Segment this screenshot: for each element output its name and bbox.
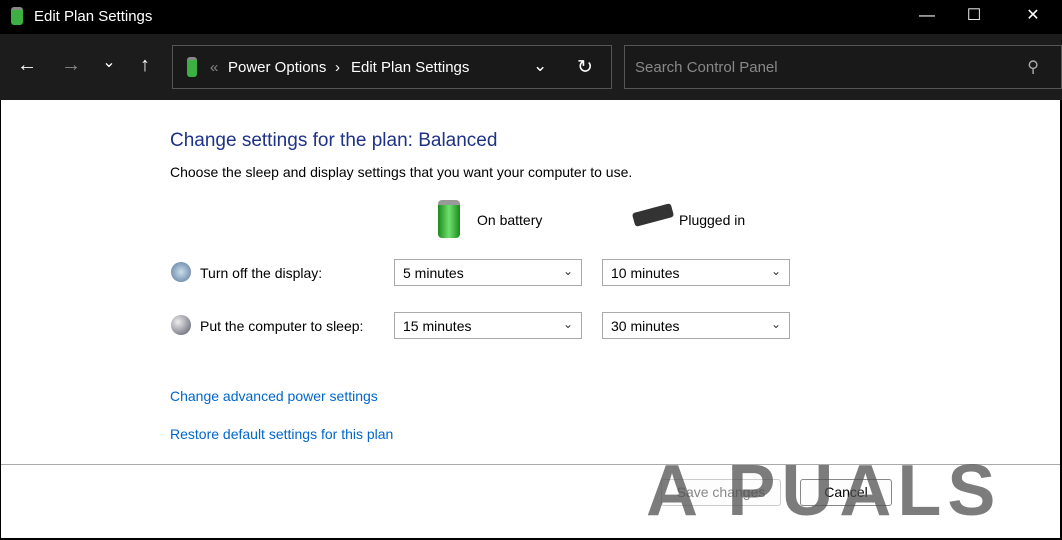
back-button[interactable]: ←: [14, 54, 40, 77]
refresh-button[interactable]: ↻: [577, 56, 593, 79]
on-battery-header: On battery: [477, 212, 543, 228]
breadcrumb-overflow[interactable]: «: [210, 59, 218, 76]
close-button[interactable]: ✕: [1010, 0, 1056, 34]
display-plugged-select[interactable]: 10 minutes ⌄: [602, 259, 790, 286]
navigation-bar: ← → ⌄ ↑ « Power Options › Edit Plan Sett…: [0, 34, 1062, 100]
advanced-power-settings-link[interactable]: Change advanced power settings: [170, 388, 378, 404]
restore-defaults-link[interactable]: Restore default settings for this plan: [170, 426, 393, 442]
selected-value: 5 minutes: [403, 265, 464, 281]
search-placeholder: Search Control Panel: [635, 59, 778, 76]
divider: [1, 464, 1060, 465]
breadcrumb-edit-plan-settings[interactable]: Edit Plan Settings: [351, 59, 469, 76]
maximize-button[interactable]: ☐: [951, 0, 997, 34]
page-title: Change settings for the plan: Balanced: [170, 130, 498, 151]
display-battery-select[interactable]: 5 minutes ⌄: [394, 259, 582, 286]
title-bar: Edit Plan Settings — ☐ ✕: [0, 0, 1062, 34]
save-changes-button[interactable]: Save changes: [661, 479, 781, 506]
sleep-label: Put the computer to sleep:: [200, 318, 364, 334]
selected-value: 10 minutes: [611, 265, 680, 281]
battery-icon: [438, 200, 460, 238]
page-description: Choose the sleep and display settings th…: [170, 164, 633, 180]
sleep-plugged-select[interactable]: 30 minutes ⌄: [602, 312, 790, 339]
chevron-down-icon: ⌄: [562, 264, 573, 278]
plugged-in-header: Plugged in: [679, 212, 746, 228]
up-button[interactable]: ↑: [132, 54, 158, 77]
battery-icon: [187, 57, 197, 77]
content-pane: Change settings for the plan: Balanced C…: [1, 100, 1060, 538]
chevron-down-icon: ⌄: [770, 317, 781, 331]
sleep-icon: [171, 315, 191, 335]
search-icon[interactable]: ⚲: [1027, 57, 1039, 77]
chevron-down-icon: ⌄: [770, 264, 781, 278]
recent-locations-button[interactable]: ⌄: [96, 52, 122, 72]
selected-value: 15 minutes: [403, 318, 472, 334]
cancel-button[interactable]: Cancel: [800, 479, 892, 506]
forward-button[interactable]: →: [58, 54, 84, 77]
address-dropdown-button[interactable]: ⌄: [533, 56, 547, 76]
address-bar[interactable]: « Power Options › Edit Plan Settings ⌄ ↻: [172, 45, 612, 89]
search-input[interactable]: Search Control Panel ⚲: [624, 45, 1062, 89]
display-icon: [171, 262, 191, 282]
window-title: Edit Plan Settings: [34, 8, 153, 25]
display-label: Turn off the display:: [200, 265, 323, 281]
battery-app-icon: [11, 7, 23, 25]
chevron-down-icon: ⌄: [562, 317, 573, 331]
breadcrumb-power-options[interactable]: Power Options: [228, 59, 326, 76]
selected-value: 30 minutes: [611, 318, 680, 334]
plug-icon: [631, 203, 675, 227]
sleep-battery-select[interactable]: 15 minutes ⌄: [394, 312, 582, 339]
chevron-right-icon: ›: [335, 59, 340, 76]
minimize-button[interactable]: —: [904, 0, 950, 34]
